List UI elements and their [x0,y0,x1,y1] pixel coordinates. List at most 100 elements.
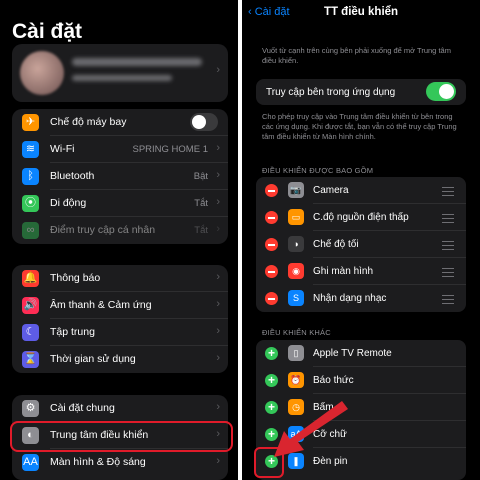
control-row: ◉ Ghi màn hình [256,258,466,285]
settings-row[interactable]: ᛒ Bluetooth Bật › [12,163,228,190]
access-group: Truy cập bên trong ứng dụng [256,79,466,105]
settings-row[interactable]: ⚙ Cài đặt chung › [12,395,228,422]
reorder-handle-icon[interactable] [442,187,454,196]
control-label: Ghi màn hình [313,266,374,277]
included-header: ĐIỀU KHIỂN ĐƯỢC BAO GỒM [262,166,374,175]
chevron-right-icon: › [216,196,220,208]
settings-row-label: Thời gian sử dụng [50,353,136,365]
alarm-icon: ⏰ [288,372,304,388]
hourglass-icon: ⌛ [22,351,39,368]
access-description: Cho phép truy cập vào Trung tâm điều khi… [262,112,457,141]
cellular-icon: ⦿ [22,195,39,212]
settings-screen: Cài đặt › ✈ Chế độ máy bay ≋ Wi-Fi SPRING HO… [0,0,238,480]
control-label: Nhận dạng nhạc [313,293,387,304]
control-center-screen: ‹ Cài đặt TT điều khiển Vuốt từ cạnh trê… [242,0,480,480]
settings-row[interactable]: AA Màn hình & Độ sáng › [12,449,228,476]
control-label: Apple TV Remote [313,348,392,359]
airplane-icon: ✈ [22,114,39,131]
settings-row[interactable]: ≋ Wi-Fi SPRING HOME 1 › [12,136,228,163]
access-label: Truy cập bên trong ứng dụng [266,87,396,98]
settings-row-label: Màn hình & Độ sáng [50,456,146,468]
add-control-button[interactable]: + [265,374,278,387]
wifi-icon: ≋ [22,141,39,158]
settings-row[interactable]: ⦿ Di động Tắt › [12,190,228,217]
chevron-right-icon: › [216,352,220,364]
control-row: + ⏰ Báo thức [256,367,466,394]
chevron-right-icon: › [216,223,220,235]
control-label: Camera [313,185,349,196]
bell-icon: 🔔 [22,270,39,287]
avatar [20,51,64,95]
remote-icon: ▯ [288,345,304,361]
gear-icon: ⚙ [22,400,39,417]
remove-control-button[interactable] [265,211,278,224]
page-title: Cài đặt [12,20,83,43]
settings-row-label: Cài đặt chung [50,402,115,414]
profile-subtitle-blurred [72,75,172,81]
toggle-knob [192,115,206,129]
settings-row-label: Âm thanh & Cảm ứng [50,299,152,311]
speaker-icon: 🔊 [22,297,39,314]
access-toggle[interactable] [426,82,456,101]
more-controls-header: ĐIỀU KHIỂN KHÁC [262,328,331,337]
settings-row[interactable]: ✈ Chế độ máy bay [12,109,228,136]
chevron-right-icon: › [216,298,220,310]
remove-control-button[interactable] [265,238,278,251]
control-row: + ▯ Apple TV Remote [256,340,466,367]
add-control-button[interactable]: + [265,347,278,360]
settings-row-label: Tập trung [50,326,95,338]
settings-row-label: Wi-Fi [50,143,75,155]
control-row: ◑ Chế độ tối [256,231,466,258]
remove-control-button[interactable] [265,292,278,305]
settings-row-value: Tắt [194,198,208,209]
remove-control-button[interactable] [265,184,278,197]
reorder-handle-icon[interactable] [442,268,454,277]
bluetooth-icon: ᛒ [22,168,39,185]
chevron-right-icon: › [216,325,220,337]
moon-icon: ☾ [22,324,39,341]
reorder-handle-icon[interactable] [442,241,454,250]
highlight-control-center [10,421,233,452]
settings-row[interactable]: ⌛ Thời gian sử dụng › [12,346,228,373]
chevron-right-icon: › [216,64,220,76]
settings-row-value: SPRING HOME 1 [132,144,209,155]
control-row: ▭ C.độ nguồn điện thấp [256,204,466,231]
profile-card[interactable]: › [12,44,228,102]
settings-row-value: Tắt [194,225,208,236]
control-label: C.độ nguồn điện thấp [313,212,409,223]
settings-row[interactable]: 🔔 Thông báo › [12,265,228,292]
notifications-group: 🔔 Thông báo › 🔊 Âm thanh & Cảm ứng › ☾ Tập trun… [12,265,228,373]
chevron-right-icon: › [216,169,220,181]
toggle-knob [439,84,454,99]
control-label: Báo thức [313,375,354,386]
settings-row[interactable]: ☾ Tập trung › [12,319,228,346]
settings-row[interactable]: 🔊 Âm thanh & Cảm ứng › [12,292,228,319]
chevron-right-icon: › [216,455,220,467]
nav-title: TT điều khiển [323,6,399,18]
included-controls-group: 📷 Camera ▭ C.độ nguồn điện thấp ◑ Chế độ tối ◉… [256,177,466,312]
red-arrow-icon [274,401,348,457]
settings-row-label: Chế độ máy bay [50,116,127,128]
camera-icon: 📷 [288,182,304,198]
settings-row-value: Bật [193,171,208,182]
reorder-handle-icon[interactable] [442,214,454,223]
settings-row-label: Bluetooth [50,170,95,182]
control-row: 📷 Camera [256,177,466,204]
connectivity-group: ✈ Chế độ máy bay ≋ Wi-Fi SPRING HOME 1 › ᛒ Blue… [12,109,228,244]
display-icon: AA [22,454,39,471]
intro-text: Vuốt từ cạnh trên cùng bên phải xuống để… [262,46,451,65]
hotspot-icon: ∞ [22,222,39,239]
shazam-icon: S [288,290,304,306]
profile-name-blurred [72,58,202,66]
settings-row[interactable]: ∞ Điểm truy cập cá nhân Tắt › [12,217,228,244]
settings-row-label: Di động [50,197,87,209]
settings-row-label: Điểm truy cập cá nhân [50,224,156,236]
airplane-mode-toggle[interactable] [190,113,218,131]
reorder-handle-icon[interactable] [442,295,454,304]
record-icon: ◉ [288,263,304,279]
chevron-right-icon: › [216,142,220,154]
control-label: Chế độ tối [313,239,359,250]
chevron-right-icon: › [216,401,220,413]
control-row: S Nhận dạng nhạc [256,285,466,312]
remove-control-button[interactable] [265,265,278,278]
